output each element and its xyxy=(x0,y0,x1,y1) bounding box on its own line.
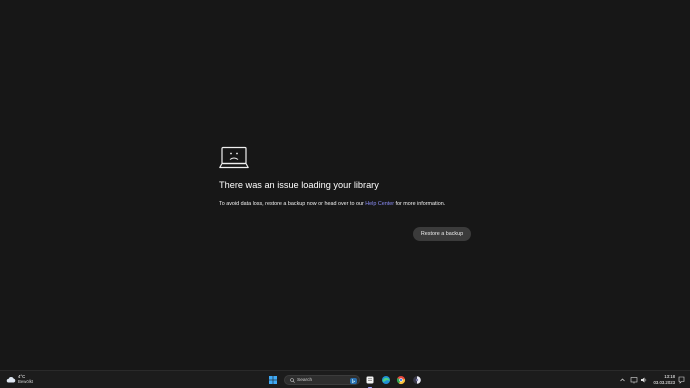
active-app-indicator xyxy=(368,386,372,388)
error-message-text: To avoid data loss, restore a backup now… xyxy=(219,201,364,207)
windows-start-icon[interactable] xyxy=(268,375,278,385)
monitor-icon[interactable] xyxy=(630,375,638,385)
weather-condition: Bewölkt xyxy=(18,379,34,384)
restore-backup-button[interactable]: Restore a backup xyxy=(413,227,471,241)
help-center-link[interactable]: Help Center xyxy=(365,201,394,207)
chevron-up-icon[interactable] xyxy=(619,375,626,385)
bing-icon[interactable] xyxy=(350,377,357,384)
search-icon xyxy=(290,378,295,383)
search-placeholder: Search xyxy=(297,378,313,383)
taskbar-search-box[interactable]: Search xyxy=(284,375,360,385)
cloud-icon xyxy=(6,377,16,383)
speaker-icon[interactable] xyxy=(640,375,648,385)
error-panel: There was an issue loading your library … xyxy=(219,146,489,208)
edge-browser-icon[interactable] xyxy=(381,375,391,385)
sad-laptop-icon xyxy=(219,146,249,169)
error-title: There was an issue loading your library xyxy=(219,180,379,190)
notes-app-icon[interactable] xyxy=(365,375,375,385)
error-message-tail: for more information. xyxy=(395,201,446,207)
error-message: To avoid data loss, restore a backup now… xyxy=(219,200,489,208)
notification-icon[interactable] xyxy=(678,376,685,384)
app-window: There was an issue loading your library … xyxy=(0,0,690,370)
taskbar-clock[interactable]: 13:18 03.03.2023 xyxy=(649,374,675,385)
clock-date: 03.03.2023 xyxy=(653,379,675,385)
app-icon[interactable] xyxy=(412,375,422,385)
taskbar: 4°C Bewölkt Search 13:18 03.03.2023 xyxy=(0,370,690,388)
chrome-browser-icon[interactable] xyxy=(396,375,406,385)
